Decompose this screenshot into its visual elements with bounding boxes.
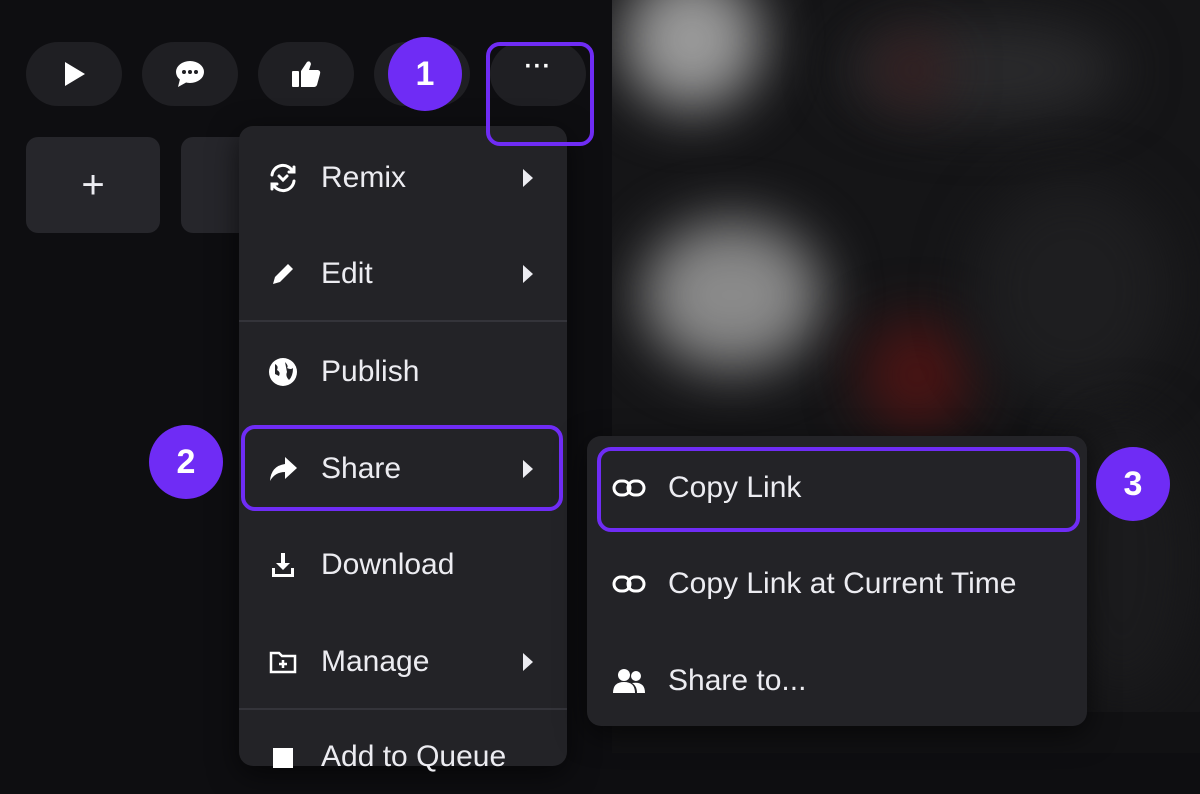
menu-item-label: Download (321, 548, 455, 581)
pencil-icon (266, 257, 300, 291)
menu-item-label: Manage (321, 645, 430, 678)
highlight-share (241, 425, 563, 511)
folder-icon (266, 645, 300, 679)
comment-icon (176, 61, 204, 87)
add-tile-button[interactable]: + (26, 137, 160, 233)
highlight-copy-link (597, 447, 1080, 532)
submenu-item-label: Copy Link at Current Time (668, 567, 1017, 600)
step-badge-3: 3 (1096, 447, 1170, 521)
comment-button[interactable] (142, 42, 238, 106)
menu-item-label: Publish (321, 355, 420, 388)
like-button[interactable] (258, 42, 354, 106)
menu-item-remix[interactable]: Remix (239, 141, 567, 215)
submenu-item-label: Share to... (668, 664, 807, 697)
play-icon (65, 62, 85, 86)
play-button[interactable] (26, 42, 122, 106)
chevron-right-icon (523, 265, 533, 283)
queue-icon (266, 740, 300, 774)
step-badge-2: 2 (149, 425, 223, 499)
globe-icon (266, 355, 300, 389)
users-icon (612, 664, 646, 698)
menu-item-publish[interactable]: Publish (239, 335, 567, 409)
menu-item-add-to-queue[interactable]: Add to Queue (239, 720, 567, 794)
menu-item-manage[interactable]: Manage (239, 625, 567, 699)
menu-item-edit[interactable]: Edit (239, 237, 567, 311)
menu-divider (239, 320, 567, 322)
highlight-more-options (486, 42, 594, 146)
submenu-item-copy-link-current-time[interactable]: Copy Link at Current Time (587, 544, 1087, 624)
plus-icon: + (81, 163, 105, 207)
chevron-right-icon (523, 653, 533, 671)
menu-item-label: Edit (321, 257, 373, 290)
menu-item-label: Remix (321, 161, 407, 194)
download-icon (266, 548, 300, 582)
menu-item-label: Add to Queue (321, 740, 507, 773)
link-icon (612, 567, 646, 601)
submenu-item-share-to[interactable]: Share to... (587, 641, 1087, 721)
thumbs-up-icon (292, 61, 321, 87)
menu-item-download[interactable]: Download (239, 528, 567, 602)
chevron-right-icon (523, 169, 533, 187)
remix-icon (266, 161, 300, 195)
menu-divider (239, 708, 567, 710)
step-badge-1: 1 (388, 37, 462, 111)
